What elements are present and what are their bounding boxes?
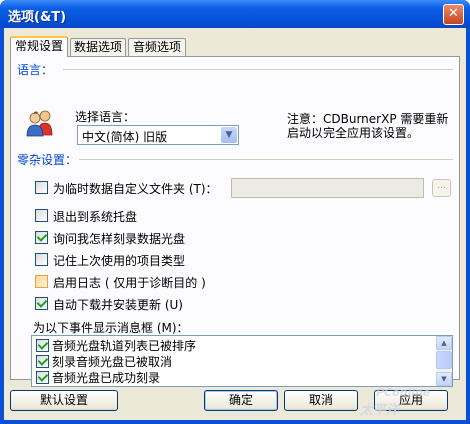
event-label: 音频光盘轨道列表已被排序	[52, 339, 197, 353]
auto-update-checkbox[interactable]	[35, 297, 48, 310]
tab-general[interactable]: 常规设置	[10, 36, 68, 57]
language-selected-value: 中文(简体) 旧版	[82, 130, 168, 144]
scroll-down-icon[interactable]: ▼	[436, 372, 452, 386]
remember-project-type-checkbox[interactable]	[35, 253, 48, 266]
temp-folder-checkbox[interactable]	[35, 181, 48, 194]
auto-update-label: 自动下载并安装更新 (U)	[53, 298, 183, 312]
cancel-button[interactable]: 取消	[284, 390, 358, 411]
restart-notice-line2: 启动以完全应用该设置。	[287, 126, 420, 140]
dialog-client: 常规设置 数据选项 音频选项 语言： 选择语言： 中文(简体) 旧版 ▼ 注意：…	[4, 28, 466, 420]
title-bar[interactable]: 选项(&T) ✕	[0, 0, 470, 28]
scroll-up-icon[interactable]: ▲	[436, 336, 452, 350]
event-label: 刻录音频光盘已被取消	[52, 355, 173, 369]
misc-divider	[79, 159, 453, 160]
ask-burn-method-checkbox[interactable]	[35, 231, 48, 244]
language-select[interactable]: 中文(简体) 旧版 ▼	[77, 125, 239, 145]
language-section-label: 语言：	[17, 63, 54, 77]
enable-logging-checkbox[interactable]	[35, 275, 48, 288]
close-icon: ✕	[448, 6, 459, 21]
general-panel: 语言： 选择语言： 中文(简体) 旧版 ▼ 注意：CDBurnerXP 需要重新…	[10, 56, 460, 387]
temp-folder-path-input	[231, 178, 424, 198]
list-item[interactable]: 音频光盘轨道列表已被排序	[36, 337, 426, 354]
list-scrollbar[interactable]: ▲ ▼	[436, 336, 452, 386]
language-divider	[63, 69, 453, 70]
ask-burn-method-label: 询问我怎样刻录数据光盘	[53, 232, 186, 246]
watermark-sub: 太平洋	[360, 403, 400, 418]
watermark-logo: PConline	[376, 386, 431, 399]
temp-folder-label: 为临时数据自定义文件夹 (T)：	[53, 182, 218, 196]
event-label: 音频光盘已成功刻录	[52, 371, 161, 385]
minimize-to-tray-checkbox[interactable]	[35, 209, 48, 222]
events-label: 为以下事件显示消息框 (M)：	[33, 321, 189, 335]
event-checkbox[interactable]	[36, 339, 49, 352]
browse-button: ...	[432, 179, 451, 197]
scroll-thumb[interactable]	[436, 351, 452, 369]
event-checkbox[interactable]	[36, 371, 49, 384]
list-item[interactable]: 音频光盘已成功刻录	[36, 369, 426, 386]
tab-audio[interactable]: 音频选项	[128, 38, 186, 56]
users-icon	[26, 110, 53, 137]
event-checkbox[interactable]	[36, 355, 49, 368]
list-item[interactable]: 刻录音频光盘已被取消	[36, 353, 426, 370]
ok-button[interactable]: 确定	[204, 390, 278, 411]
minimize-to-tray-label: 退出到系统托盘	[53, 210, 138, 224]
default-settings-button[interactable]: 默认设置	[10, 390, 118, 411]
select-language-label: 选择语言：	[75, 110, 136, 124]
enable-logging-label: 启用日志 ( 仅用于诊断目的 )	[53, 276, 206, 290]
options-window: 选项(&T) ✕ 常规设置 数据选项 音频选项 语言： 选择语言： 中文(简体)…	[0, 0, 470, 424]
remember-project-type-label: 记住上次使用的项目类型	[53, 254, 186, 268]
window-title: 选项(&T)	[8, 10, 67, 25]
close-button[interactable]: ✕	[443, 4, 464, 25]
misc-section-label: 零杂设置：	[17, 153, 78, 167]
tab-data[interactable]: 数据选项	[70, 38, 126, 56]
chevron-down-icon[interactable]: ▼	[221, 127, 237, 143]
events-listbox[interactable]: 音频光盘轨道列表已被排序 刻录音频光盘已被取消 音频光盘已成功刻录 ▲ ▼	[31, 335, 453, 387]
